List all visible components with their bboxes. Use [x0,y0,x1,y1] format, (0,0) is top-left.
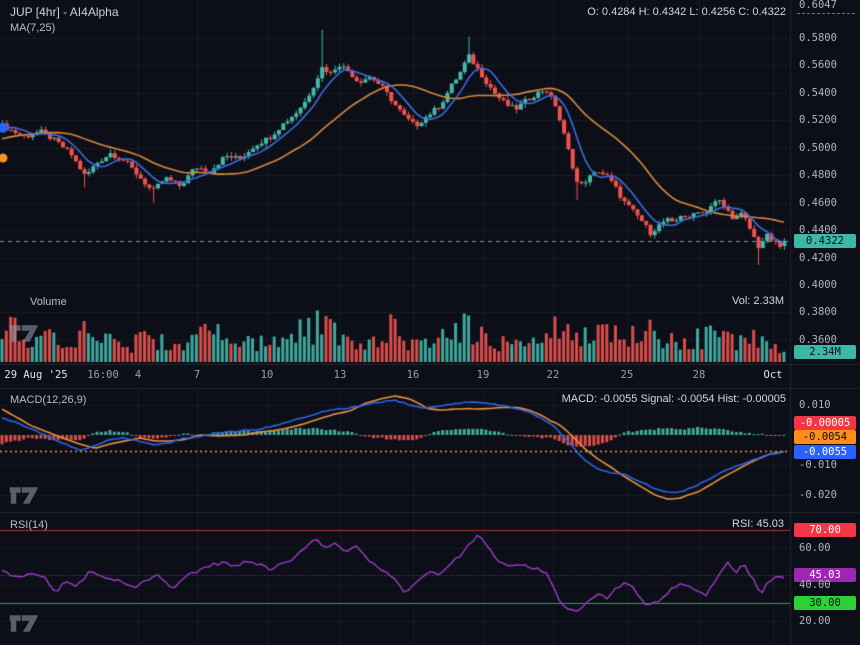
price-tick-label: 0.4200 [799,252,837,264]
price-tick-label: 0.4800 [799,169,837,181]
price-tick-label: 0.5400 [799,87,837,99]
current-price-badge: 0.4322 [794,234,856,248]
rsi-tick-label: 40.00 [799,579,831,591]
price-tick-label: 0.5200 [799,114,837,126]
macd-signal-badge: -0.0054 [794,430,856,444]
time-tick-label: 22 [547,369,560,381]
price-tick-label: 0.5000 [799,142,837,154]
tradingview-logo-watermark[interactable] [8,322,40,344]
price-axis-top-dash [797,13,855,14]
volume-legend[interactable]: Volume [30,295,67,309]
price-tick-label: 0.3600 [799,334,837,346]
time-tick-label: 19 [477,369,490,381]
symbol-title[interactable]: JUP [4hr] - AI4Alpha [10,5,119,19]
time-tick-label: Oct [764,369,783,381]
trading-chart-window: { "header": { "title": "JUP [4hr] - AI4A… [0,0,860,645]
price-tick-label: 0.5600 [799,59,837,71]
macd-line-badge: -0.0055 [794,445,856,459]
time-tick-label: 16:00 [87,369,119,381]
ohlc-readout: O: 0.4284 H: 0.4342 L: 0.4256 C: 0.4322 [587,6,786,18]
time-tick-label: 4 [135,369,141,381]
chart-canvas[interactable] [0,0,860,645]
time-tick-label: 16 [407,369,420,381]
rsi-readout: RSI: 45.03 [732,518,784,530]
macd-legend[interactable]: MACD(12,26,9) [10,393,86,407]
rsi-legend[interactable]: RSI(14) [10,518,48,532]
macd-tick-label: 0.010 [799,399,831,411]
time-tick-label: 29 Aug '25 [4,369,67,381]
time-tick-label: 25 [621,369,634,381]
price-tick-label: 0.4600 [799,197,837,209]
tradingview-logo-watermark[interactable] [8,484,40,506]
volume-axis-badge: 2.34M [794,345,856,359]
price-axis-top-label: 0.6047 [799,0,837,11]
macd-readout: MACD: -0.0055 Signal: -0.0054 Hist: -0.0… [562,393,786,405]
price-tick-label: 0.5800 [799,32,837,44]
volume-readout: Vol: 2.33M [732,295,784,307]
price-tick-label: 0.4000 [799,279,837,291]
tradingview-logo-watermark[interactable] [8,612,40,634]
time-tick-label: 13 [334,369,347,381]
macd-hist-badge: -0.00005 [794,416,856,430]
macd-tick-label: -0.020 [799,489,837,501]
rsi-tick-label: 20.00 [799,615,831,627]
macd-tick-label: -0.010 [799,459,837,471]
time-tick-label: 28 [693,369,706,381]
rsi-oversold-badge: 30.00 [794,596,856,610]
price-tick-label: 0.4400 [799,224,837,236]
time-tick-label: 7 [194,369,200,381]
rsi-tick-label: 60.00 [799,542,831,554]
time-tick-label: 10 [261,369,274,381]
rsi-overbought-badge: 70.00 [794,523,856,537]
ma-legend[interactable]: MA(7,25) [10,21,55,35]
price-tick-label: 0.3800 [799,306,837,318]
